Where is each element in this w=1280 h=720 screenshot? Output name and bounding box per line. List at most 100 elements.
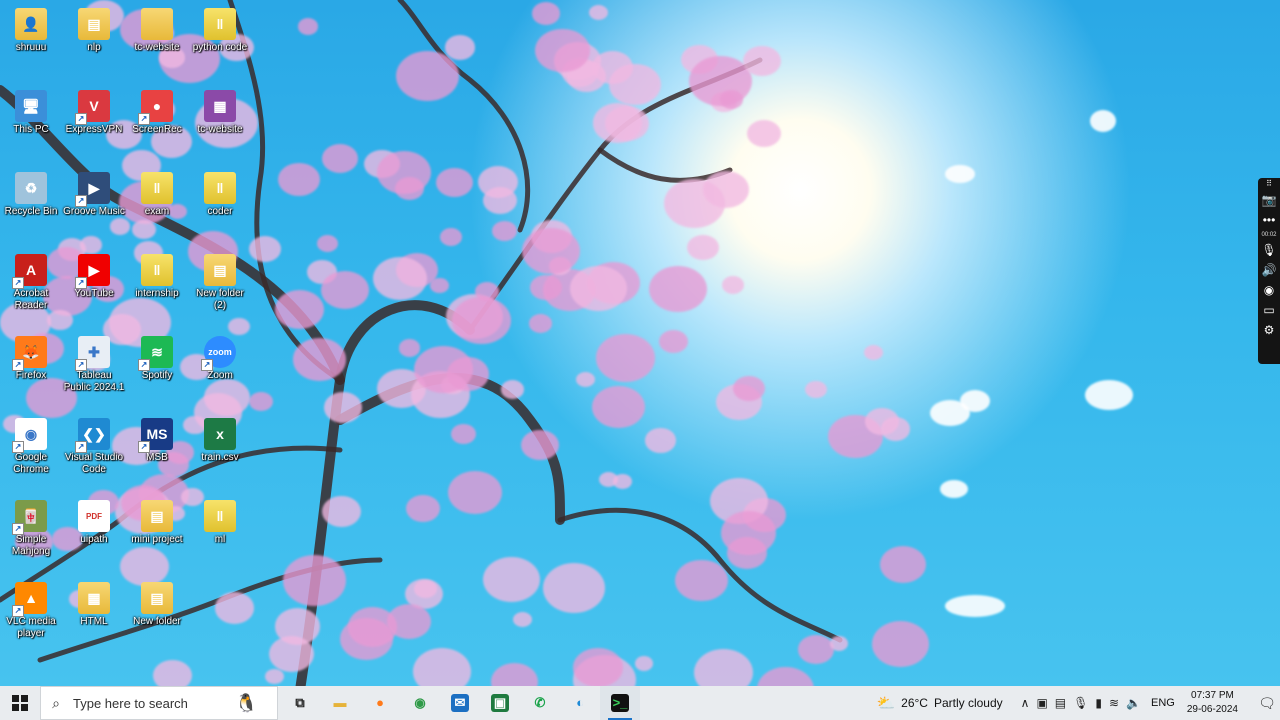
desktop-icon-spotify[interactable]: ≋ ↗ Spotify (125, 330, 189, 410)
desktop-icon-exam[interactable]: ‖ exam (125, 166, 189, 246)
terminal-icon: >_ (611, 694, 629, 712)
desktop-icon-msb[interactable]: MS ↗ MSB (125, 412, 189, 492)
zip-folder-icon: ‖ (204, 500, 236, 532)
start-button[interactable] (0, 686, 40, 720)
excel-app-icon: ▣ (491, 694, 509, 712)
blossom-cluster (747, 119, 782, 147)
taskbar-task-view-button[interactable]: ⧉ (280, 686, 320, 720)
folder-doc-icon: ▤ (78, 8, 110, 40)
meet-now-icon[interactable]: ▣ (1036, 696, 1047, 710)
screenrec-icon: ● ↗ (138, 90, 173, 125)
battery-icon[interactable]: ▮ (1095, 696, 1102, 710)
shortcut-arrow-icon: ↗ (138, 359, 150, 371)
blossom-cluster (871, 620, 930, 668)
weather-widget[interactable]: ⛅ 26°C Partly cloudy (876, 694, 1002, 712)
blossom-cluster (645, 428, 676, 453)
clock[interactable]: 07:37 PM 29-06-2024 (1187, 689, 1238, 717)
desktop-icon-internship[interactable]: ‖ internship (125, 248, 189, 328)
blossom-cluster (573, 648, 623, 686)
screen-icon[interactable]: ▭ (1258, 300, 1280, 320)
desktop-icon-shruuu[interactable]: 👤 shruuu (0, 2, 63, 82)
desktop-icon-google-chrome[interactable]: ◉ ↗ Google Chrome (0, 412, 63, 492)
desktop-icon-visual-studio-code[interactable]: ❮❯ ↗ Visual Studio Code (62, 412, 126, 492)
desktop-icon-nlp[interactable]: ▤ nlp (62, 2, 126, 82)
settings-gear-icon[interactable]: ⚙ (1258, 320, 1280, 340)
blossom-cluster (521, 429, 559, 461)
desktop-icon-train-csv[interactable]: x train.csv (188, 412, 252, 492)
speaker-icon[interactable]: 🔊 (1258, 260, 1280, 280)
whatsapp-icon: ✆ (534, 695, 546, 710)
desktop-icon-label: python code (192, 42, 248, 53)
desktop-icon-this-pc[interactable]: 🖥 This PC (0, 84, 63, 164)
show-hidden-icons-chevron-icon[interactable]: ∧ (1021, 696, 1030, 710)
desktop-icon-new-folder[interactable]: ▤ New folder (125, 576, 189, 656)
taskbar-terminal-button[interactable]: >_ (600, 686, 640, 720)
taskbar-whatsapp-button[interactable]: ✆ (520, 686, 560, 720)
desktop-icon-label: Recycle Bin (4, 206, 58, 217)
taskbar-mail-button[interactable]: ✉ (440, 686, 480, 720)
desktop-icon-mini-project[interactable]: ▤ mini project (125, 494, 189, 574)
blossom-cluster (377, 150, 432, 194)
search-input[interactable] (71, 694, 225, 712)
more-icon[interactable]: ••• (1258, 210, 1280, 230)
taskbar-search-box[interactable]: ⌕ 🐧 (40, 686, 278, 720)
blossom-cluster (268, 635, 315, 673)
desktop-icon-uipath[interactable]: PDF uipath (62, 494, 126, 574)
desktop-icon-youtube[interactable]: ▶ ↗ YouTube (62, 248, 126, 328)
camera-icon[interactable]: 📷 (1258, 190, 1280, 210)
folder-doc-icon: ▤ (204, 254, 236, 286)
desktop-icon-screenrec[interactable]: ● ↗ ScreenRec (125, 84, 189, 164)
desktop-icon-acrobat-reader[interactable]: A ↗ Acrobat Reader (0, 248, 63, 328)
zip-folder-icon: ‖ (204, 172, 236, 204)
desktop-icon-tableau-public-2024-1[interactable]: ✚ ↗ Tableau Public 2024.1 (62, 330, 126, 410)
desktop-icon-html[interactable]: ▦ HTML (62, 576, 126, 656)
cloud (940, 480, 968, 498)
taskbar-firefox-button[interactable]: ● (360, 686, 400, 720)
desktop-icon-firefox[interactable]: 🦊 ↗ Firefox (0, 330, 63, 410)
html-folder-icon: ▦ (78, 582, 110, 614)
clock-date: 29-06-2024 (1186, 704, 1238, 715)
file-explorer-icon: ▬ (333, 695, 347, 710)
desktop-icon-coder[interactable]: ‖ coder (188, 166, 252, 246)
network-adapter-icon[interactable]: ▤ (1055, 696, 1066, 710)
desktop-icon-new-folder-2[interactable]: ▤ New folder (2) (188, 248, 252, 328)
blossom-cluster (535, 28, 590, 73)
recorder-drag-handle-icon[interactable]: ⠿ (1258, 178, 1280, 190)
blossom-cluster (436, 167, 473, 198)
desktop-icon-label: New folder (2) (196, 288, 244, 311)
taskbar-file-explorer-button[interactable]: ▬ (320, 686, 360, 720)
desktop-icon-recycle-bin[interactable]: ♻ Recycle Bin (0, 166, 63, 246)
shortcut-arrow-icon: ↗ (75, 277, 87, 289)
input-language[interactable]: ENG (1151, 697, 1175, 709)
recorder-timer: 00:02 (1261, 232, 1277, 238)
microphone-tray-icon[interactable]: 🎙 (1073, 696, 1088, 710)
desktop-icon-simple-mahjong[interactable]: 🀄 ↗ Simple Mahjong (0, 494, 63, 574)
taskbar-edge-button[interactable]: ◐ (560, 686, 600, 720)
desktop-icon-label: internship (135, 288, 179, 299)
chrome-icon: ◉ (414, 695, 426, 710)
webcam-icon[interactable]: ◉ (1258, 280, 1280, 300)
blossom-cluster (719, 89, 744, 109)
desktop-icon-tc-website[interactable]: ▦ tc-website (188, 84, 252, 164)
blossom-cluster (447, 470, 503, 515)
desktop-icon-expressvpn[interactable]: V ↗ ExpressVPN (62, 84, 126, 164)
desktop-icon-vlc-media-player[interactable]: ▲ ↗ VLC media player (0, 576, 63, 656)
desktop-icon-label: Acrobat Reader (13, 288, 49, 311)
blossom-cluster (675, 559, 728, 602)
wifi-icon[interactable]: ≋ (1109, 696, 1119, 710)
screen-recorder-toolbar: ⠿ 📷 ••• 00:02 🎙 🔊 ◉ ▭ ⚙ (1258, 178, 1280, 364)
taskbar-chrome-button[interactable]: ◉ (400, 686, 440, 720)
desktop-icon-tc-website[interactable]: tc-website (125, 2, 189, 82)
blossom-cluster (283, 555, 347, 606)
taskbar-excel-app-button[interactable]: ▣ (480, 686, 520, 720)
volume-icon[interactable]: 🔈 (1126, 696, 1141, 710)
notification-center-icon[interactable]: 🗨 (1254, 695, 1280, 712)
blossom-cluster (635, 655, 654, 671)
taskbar: ⌕ 🐧 ⧉ ▬ ● ◉ ✉ ▣ ✆ ◐ >_ ⛅ 26°C Partly cloudy ∧ ▣ … (0, 686, 1280, 720)
microphone-icon[interactable]: 🎙 (1258, 240, 1280, 260)
desktop-icon-zoom[interactable]: zoom ↗ Zoom (188, 330, 252, 410)
desktop-icon-label: Spotify (141, 370, 173, 381)
desktop-icon-ml[interactable]: ‖ ml (188, 494, 252, 574)
desktop-icon-groove-music[interactable]: ▶ ↗ Groove Music (62, 166, 126, 246)
desktop-icon-python-code[interactable]: ‖ python code (188, 2, 252, 82)
